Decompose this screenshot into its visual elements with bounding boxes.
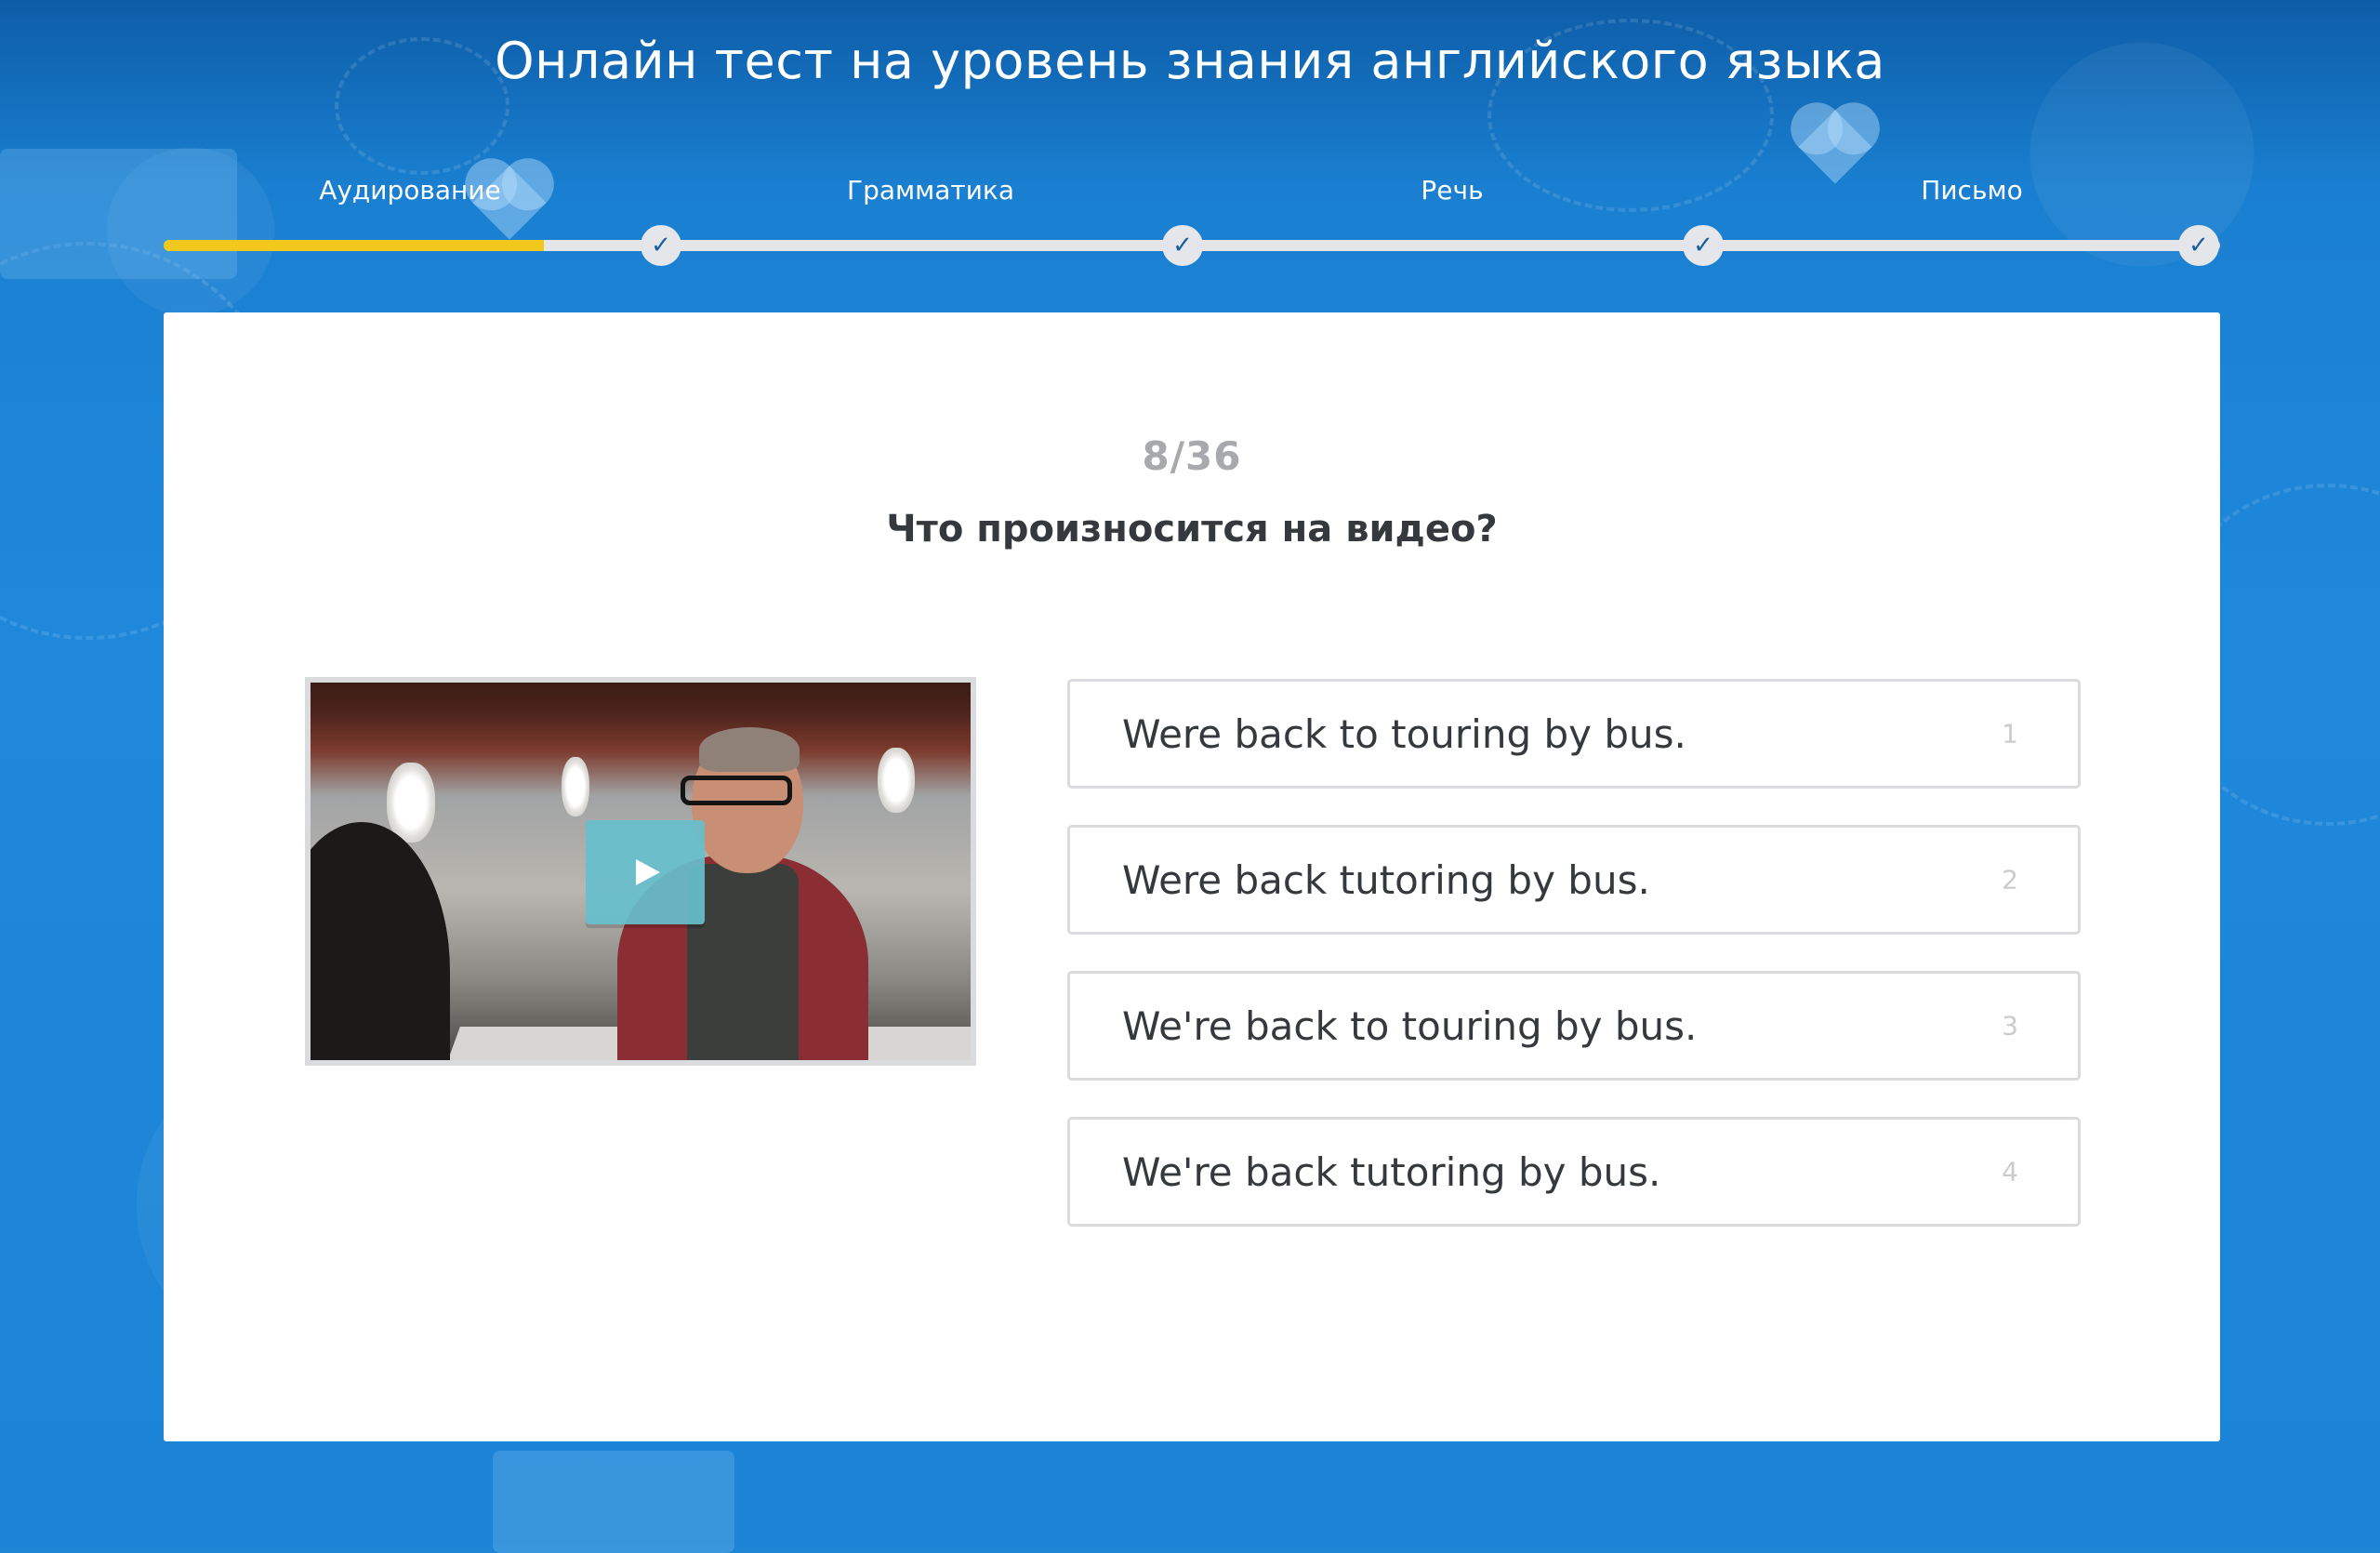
question-card: 8/36 Что произносится на видео? Were bac… — [164, 312, 2220, 1441]
answer-option-4[interactable]: We're back tutoring by bus. 4 — [1067, 1117, 2081, 1227]
video-thumbnail[interactable] — [311, 683, 971, 1060]
step-speaking[interactable]: Речь — [1313, 175, 1592, 206]
bus-decoration — [493, 1451, 734, 1553]
answer-number: 4 — [2002, 1156, 2018, 1188]
answer-option-3[interactable]: We're back to touring by bus. 3 — [1067, 971, 2081, 1081]
step-writing[interactable]: Письмо — [1832, 175, 2111, 206]
step-grammar[interactable]: Грамматика — [791, 175, 1070, 206]
answer-number: 2 — [2002, 864, 2018, 896]
answer-options: Were back to touring by bus. 1 Were back… — [1067, 679, 2081, 1263]
check-icon: ✓ — [1162, 225, 1203, 266]
check-icon: ✓ — [1683, 225, 1724, 266]
step-listening[interactable]: Аудирование — [271, 175, 549, 206]
question-text: Что произносится на видео? — [886, 508, 1498, 551]
answer-number: 1 — [2002, 718, 2018, 750]
person-hair — [699, 727, 800, 772]
airplane-window — [387, 763, 435, 843]
video-player[interactable] — [305, 677, 976, 1066]
airplane-window — [878, 748, 915, 813]
airplane-window — [562, 757, 589, 816]
glasses — [681, 776, 792, 805]
answer-text: Were back to touring by bus. — [1122, 710, 1686, 757]
check-icon: ✓ — [641, 225, 681, 266]
question-counter: 8/36 — [1142, 433, 1242, 479]
page-title: Онлайн тест на уровень знания английског… — [495, 32, 1885, 90]
answer-number: 3 — [2002, 1010, 2018, 1042]
answer-text: We're back tutoring by bus. — [1122, 1148, 1661, 1195]
answer-text: Were back tutoring by bus. — [1122, 856, 1650, 903]
progress-fill — [164, 240, 544, 251]
check-icon: ✓ — [2178, 225, 2219, 266]
answer-text: We're back to touring by bus. — [1122, 1002, 1698, 1049]
progress-tracker: Аудирование Грамматика Речь Письмо ✓ ✓ ✓… — [164, 121, 2220, 270]
play-button[interactable] — [586, 820, 705, 924]
answer-option-2[interactable]: Were back tutoring by bus. 2 — [1067, 825, 2081, 935]
answer-option-1[interactable]: Were back to touring by bus. 1 — [1067, 679, 2081, 789]
play-icon — [636, 859, 660, 885]
foreground-person — [311, 822, 450, 1060]
